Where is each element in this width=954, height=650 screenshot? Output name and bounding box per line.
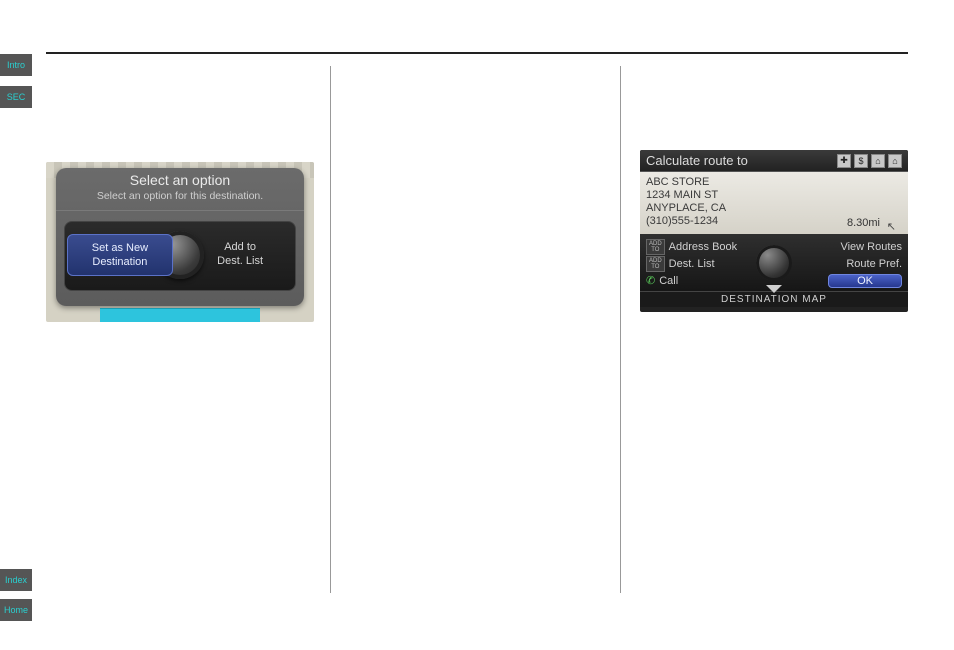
home-icon-2[interactable]: ⌂ — [888, 154, 902, 168]
option-add-to-dest-list[interactable]: Add to Dest. List — [187, 234, 293, 274]
dest-name: ABC STORE — [646, 176, 902, 189]
side-tab-sec[interactable]: SEC — [0, 86, 32, 108]
destination-info: ABC STORE 1234 MAIN ST ANYPLACE, CA (310… — [640, 172, 908, 234]
menu-dest-list[interactable]: Dest. List — [669, 258, 715, 270]
cursor-icon: ↖ — [887, 221, 896, 234]
column-3: Calculate route to ✚ $ ⌂ ⌂ ABC STORE 123… — [640, 70, 908, 312]
add-to-badge: ADDTO — [646, 239, 665, 255]
column-divider-2 — [620, 66, 621, 593]
menu-address-book[interactable]: Address Book — [669, 241, 737, 253]
calc-header-title: Calculate route to — [646, 153, 748, 168]
top-divider — [46, 52, 908, 54]
column-divider-1 — [330, 66, 331, 593]
phone-icon: ✆ — [646, 274, 655, 287]
screenshot-select-option: Select an option Select an option for th… — [46, 162, 314, 322]
menu-call[interactable]: Call — [659, 275, 678, 287]
destination-map-footer[interactable]: DESTINATION MAP — [640, 291, 908, 307]
calc-header-icons: ✚ $ ⌂ ⌂ — [837, 154, 902, 168]
column-1: Select an option Select an option for th… — [46, 70, 316, 322]
dial-knob-icon[interactable] — [756, 245, 792, 281]
dest-addr1: 1234 MAIN ST — [646, 189, 902, 202]
chevron-down-icon[interactable] — [766, 285, 782, 293]
atm-icon[interactable]: $ — [854, 154, 868, 168]
menu-view-routes[interactable]: View Routes — [787, 241, 902, 253]
modal-controls: Set as New Destination Add to Dest. List — [64, 221, 296, 291]
option-set-new-destination[interactable]: Set as New Destination — [67, 234, 173, 276]
screenshot-bottom-strip — [100, 308, 260, 322]
add-to-badge: ADDTO — [646, 256, 665, 272]
menu-ok-button[interactable]: OK — [828, 274, 902, 288]
modal-subtitle: Select an option for this destination. — [56, 190, 304, 211]
modal-title: Select an option — [56, 168, 304, 190]
side-tab-home[interactable]: Home — [0, 599, 32, 621]
dest-addr2: ANYPLACE, CA — [646, 202, 902, 215]
select-option-modal: Select an option Select an option for th… — [56, 168, 304, 306]
home-icon[interactable]: ⌂ — [871, 154, 885, 168]
screenshot-calculate-route: Calculate route to ✚ $ ⌂ ⌂ ABC STORE 123… — [640, 150, 908, 312]
side-tab-intro[interactable]: Intro — [0, 54, 32, 76]
route-menu: ADDTO Address Book View Routes ADDTO Des… — [640, 234, 908, 291]
hospital-icon[interactable]: ✚ — [837, 154, 851, 168]
dest-distance: 8.30mi — [847, 217, 880, 230]
side-tab-index[interactable]: Index — [0, 569, 32, 591]
menu-route-pref[interactable]: Route Pref. — [787, 258, 902, 270]
calc-header: Calculate route to ✚ $ ⌂ ⌂ — [640, 150, 908, 172]
